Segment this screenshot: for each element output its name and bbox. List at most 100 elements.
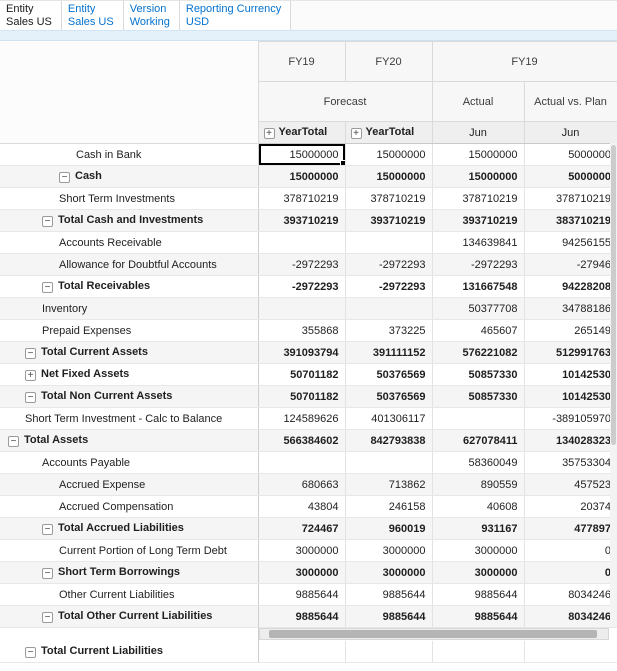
pov-member-value[interactable]: Working <box>130 16 170 29</box>
pov-tab-1[interactable]: Entity Sales US <box>0 1 62 30</box>
row-header[interactable]: Accounts Receivable <box>0 231 259 254</box>
data-cell[interactable]: 3000000 <box>345 539 433 562</box>
expand-icon[interactable]: + <box>263 128 275 139</box>
data-cell[interactable]: 477897 <box>524 517 617 540</box>
data-cell[interactable]: 50701182 <box>258 385 346 408</box>
data-cell[interactable]: 465607 <box>432 319 525 342</box>
column-header-period-jun-2[interactable]: Jun <box>523 121 617 144</box>
data-cell[interactable]: 512991763 <box>524 341 617 364</box>
data-cell[interactable] <box>432 407 525 430</box>
data-cell[interactable]: 393710219 <box>345 209 433 232</box>
row-header[interactable]: − Total Non Current Assets <box>0 385 259 408</box>
data-cell[interactable]: -2972293 <box>345 275 433 298</box>
data-cell[interactable] <box>345 231 433 254</box>
data-cell[interactable]: 378710219 <box>345 187 433 210</box>
data-cell[interactable]: 391093794 <box>258 341 346 364</box>
column-header-scenario-actual[interactable]: Actual <box>431 81 525 122</box>
row-header[interactable]: Other Current Liabilities <box>0 583 259 606</box>
data-cell[interactable]: -2972293 <box>345 253 433 276</box>
data-cell[interactable]: 383710219 <box>524 209 617 232</box>
data-cell[interactable]: 50701182 <box>258 363 346 386</box>
data-cell[interactable]: 457523 <box>524 473 617 496</box>
data-cell[interactable]: 15000000 <box>345 143 433 166</box>
data-cell[interactable]: 401306117 <box>345 407 433 430</box>
row-header[interactable]: − Total Receivables <box>0 275 259 298</box>
pov-member-value[interactable]: Sales US <box>6 16 52 29</box>
data-cell[interactable]: 134639841 <box>432 231 525 254</box>
row-header[interactable]: Prepaid Expenses <box>0 319 259 342</box>
data-cell[interactable]: 10142530 <box>524 385 617 408</box>
column-header-period-jun-1[interactable]: Jun <box>431 121 525 144</box>
selection-handle[interactable] <box>339 160 344 165</box>
data-cell[interactable]: 378710219 <box>524 187 617 210</box>
data-cell[interactable]: 890559 <box>432 473 525 496</box>
data-cell[interactable]: 20374 <box>524 495 617 518</box>
data-cell[interactable]: 265149 <box>524 319 617 342</box>
data-cell[interactable]: 5000000 <box>524 165 617 188</box>
data-cell[interactable]: 378710219 <box>258 187 346 210</box>
data-cell[interactable]: 627078411 <box>432 429 525 452</box>
column-header-period-yeartotal-2[interactable]: + YearTotal <box>344 121 433 144</box>
data-cell[interactable]: 9885644 <box>258 583 346 606</box>
collapse-icon[interactable]: − <box>42 282 53 293</box>
data-cell[interactable]: 9885644 <box>432 583 525 606</box>
data-cell[interactable]: 15000000 <box>432 143 525 166</box>
data-cell[interactable]: 393710219 <box>258 209 346 232</box>
data-cell[interactable] <box>258 451 346 474</box>
column-header-year-fy19[interactable]: FY19 <box>257 41 346 82</box>
data-cell[interactable]: -2972293 <box>258 275 346 298</box>
expand-icon[interactable]: + <box>350 128 362 139</box>
expand-icon[interactable]: + <box>25 370 36 381</box>
data-cell[interactable] <box>345 640 433 663</box>
row-header[interactable]: − Total Current Liabilities <box>0 640 259 663</box>
data-cell[interactable]: 9885644 <box>432 605 525 628</box>
pov-member-value[interactable]: USD <box>186 16 281 29</box>
collapse-icon[interactable]: − <box>42 568 53 579</box>
row-header[interactable]: Short Term Investments <box>0 187 259 210</box>
pov-tab-2[interactable]: Entity Sales US <box>61 1 124 30</box>
data-cell[interactable]: 391111152 <box>345 341 433 364</box>
data-cell[interactable]: 10142530 <box>524 363 617 386</box>
data-cell[interactable]: 3000000 <box>432 561 525 584</box>
data-cell[interactable]: 680663 <box>258 473 346 496</box>
data-cell[interactable]: 3000000 <box>432 539 525 562</box>
data-cell[interactable]: 15000000 <box>345 165 433 188</box>
horizontal-scrollbar-thumb[interactable] <box>268 630 598 639</box>
data-cell[interactable]: 8034246 <box>524 583 617 606</box>
column-header-scenario-forecast[interactable]: Forecast <box>257 81 433 122</box>
data-cell[interactable]: 50377708 <box>432 297 525 320</box>
data-cell[interactable]: 34788186 <box>524 297 617 320</box>
data-cell[interactable] <box>258 231 346 254</box>
data-cell[interactable]: 713862 <box>345 473 433 496</box>
row-header[interactable]: + Net Fixed Assets <box>0 363 259 386</box>
data-cell[interactable]: 15000000 <box>432 165 525 188</box>
data-cell[interactable] <box>524 640 617 663</box>
collapse-icon[interactable]: − <box>25 348 36 359</box>
data-cell[interactable]: 566384602 <box>258 429 346 452</box>
data-cell[interactable] <box>345 451 433 474</box>
row-header[interactable]: Inventory <box>0 297 259 320</box>
column-header-period-yeartotal-1[interactable]: + YearTotal <box>257 121 346 144</box>
row-header[interactable]: − Total Current Assets <box>0 341 259 364</box>
data-cell[interactable]: -389105970 <box>524 407 617 430</box>
data-cell[interactable]: 94228208 <box>524 275 617 298</box>
data-cell[interactable] <box>345 297 433 320</box>
data-cell[interactable]: 393710219 <box>432 209 525 232</box>
data-cell[interactable] <box>258 640 346 663</box>
row-header[interactable]: − Total Assets <box>0 429 259 452</box>
data-cell[interactable]: 50376569 <box>345 385 433 408</box>
row-header[interactable]: Accounts Payable <box>0 451 259 474</box>
data-cell[interactable]: 131667548 <box>432 275 525 298</box>
data-cell[interactable]: 9885644 <box>258 605 346 628</box>
data-cell[interactable]: 50376569 <box>345 363 433 386</box>
column-header-year-fy19-actual[interactable]: FY19 <box>431 41 617 82</box>
data-cell[interactable]: 3000000 <box>258 539 346 562</box>
data-cell[interactable]: 9885644 <box>345 583 433 606</box>
collapse-icon[interactable]: − <box>25 646 36 658</box>
data-cell[interactable]: -2972293 <box>258 253 346 276</box>
pov-tab-4[interactable]: Reporting Currency USD <box>179 1 292 30</box>
data-cell[interactable]: 373225 <box>345 319 433 342</box>
data-cell[interactable]: 50857330 <box>432 363 525 386</box>
vertical-scrollbar[interactable] <box>610 143 617 627</box>
column-header-scenario-actual-vs-plan[interactable]: Actual vs. Plan <box>523 81 617 122</box>
